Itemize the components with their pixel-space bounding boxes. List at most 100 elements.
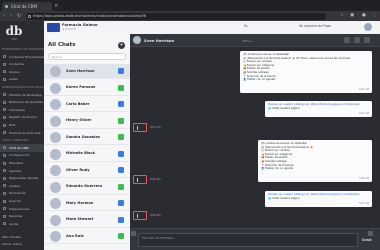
sidebar-item-label: Historial de bots web [9, 130, 41, 135]
close-tab-icon[interactable]: × [54, 2, 58, 11]
avatar [50, 198, 61, 209]
menu-item-icon [3, 100, 6, 104]
new-chat-button[interactable]: + [118, 42, 125, 49]
channel-badge-icon [118, 68, 124, 74]
menu-item-icon [3, 207, 6, 211]
chat-search-input[interactable]: Buscar [48, 53, 126, 60]
avatar [50, 214, 61, 226]
chat-contact-name: Henry Oliver [66, 118, 92, 122]
sidebar-item-label: Contactos [9, 62, 25, 67]
message-time: 8:06 AM [150, 178, 161, 181]
incoming-message[interactable]: 8:06 AM [133, 175, 161, 184]
chat-list-item[interactable]: Oliver Rudy [44, 163, 130, 178]
channel-badge-icon [118, 134, 124, 140]
avatar [50, 82, 61, 94]
star-icon[interactable]: ☆ [340, 11, 344, 21]
contact-status: Offline [242, 38, 252, 43]
avatar [50, 115, 61, 127]
more-icon[interactable] [364, 37, 370, 43]
chat-contact-name: Mary Harmon [66, 200, 94, 205]
extensions-icon[interactable]: ▣ [350, 11, 354, 21]
sidebar-item-label: Biblioteca de plantillas [9, 100, 44, 105]
sidebar-item-label: Configuración [9, 153, 30, 158]
channel-badge-icon [118, 183, 124, 190]
language-selector[interactable]: Es [244, 24, 248, 28]
logout-link[interactable]: Cerrar sesión [2, 242, 22, 246]
message-cursor [137, 126, 138, 130]
user-avatar[interactable] [364, 23, 372, 31]
chat-list-item[interactable]: Carla Baker [44, 97, 130, 112]
sidebar-item-label: Plantilla de WhatsApp [9, 92, 42, 97]
message-line: 👤 Hablar con un agente [261, 167, 294, 171]
brand-rating: ★★★★★ [62, 27, 77, 31]
reload-icon[interactable]: ↻ [17, 11, 21, 21]
chat-list-item[interactable]: Eduardo Guerrero [44, 180, 130, 195]
sidebar-item-label: Bots [9, 123, 16, 127]
chat-list-item[interactable]: Mary Harmon [44, 196, 130, 211]
avatar [50, 99, 61, 110]
sidebar-item-label: Soporte [9, 199, 21, 203]
sidebar-item-label: Reportes [9, 214, 23, 219]
browser-tab[interactable]: Chat de CRM [2, 2, 52, 11]
menu-item-icon [3, 123, 6, 127]
channel-badge-icon [118, 101, 124, 107]
chat-contact-name: Michelle Black [66, 151, 96, 155]
message-input[interactable]: Escribe un mensaje... [138, 233, 358, 247]
chat-contact-name: Eduardo Guerrero [66, 184, 103, 188]
profile-icon[interactable]: ● [362, 11, 366, 21]
chat-list-item[interactable]: Karen Parsons [44, 81, 130, 96]
sidebar-item-label: Contactos Empresariales [9, 54, 44, 59]
logo[interactable]: db CRM [4, 24, 24, 41]
contact-avatar[interactable] [133, 36, 141, 44]
menu-item-icon [3, 131, 6, 135]
menu-item-icon [3, 191, 6, 195]
menu-item-icon [3, 55, 6, 59]
chat-list-item[interactable]: Sandra Gonzalez [44, 130, 130, 145]
chat-list-item[interactable]: Henry Oliver [44, 114, 130, 129]
chat-contact-name: Oliver Rudy [66, 167, 90, 172]
url-field[interactable]: https://app.pleasuredb.tech/admin/chat/c… [26, 12, 326, 20]
info-icon[interactable] [354, 37, 360, 43]
channel-badge-icon [118, 84, 124, 91]
sidebar-item-label: Ajustes [9, 183, 20, 188]
plan-label: Plan: Prueba [2, 235, 21, 239]
app-header: Farmacia Galeno ★★★★★ Es Se requiere de … [44, 21, 380, 34]
chat-list-item[interactable]: Ana Ruiz [44, 229, 130, 244]
sidebar-item-label: Chat de CRM [9, 145, 29, 150]
sidebar-item-label: CHATS Y MENSAJES [2, 138, 29, 143]
emoji-icon[interactable] [368, 231, 373, 236]
menu-item-icon [3, 146, 6, 150]
message-cursor [137, 178, 138, 182]
outgoing-message[interactable]: Puedes ver nuestro catálogo en: https://… [265, 191, 372, 207]
channel-badge-icon [118, 150, 124, 157]
send-button[interactable]: Send [362, 238, 372, 242]
incoming-message[interactable]: 8:08 AM [133, 211, 161, 220]
sidebar-item-label: Registro de Envíos [9, 115, 37, 120]
payment-notice[interactable]: Se requiere de Pago [299, 24, 331, 28]
forward-icon[interactable]: › [10, 11, 12, 21]
menu-icon[interactable]: ⋮ [372, 11, 377, 21]
menu-item-icon [3, 222, 6, 226]
avatar [50, 148, 61, 160]
incoming-message[interactable]: 8:03 AM [133, 123, 161, 132]
chat-list-item[interactable]: Michelle Black [44, 147, 130, 162]
chat-list-item[interactable]: Mark Stewart [44, 213, 130, 228]
message-cursor [137, 214, 138, 218]
chat-list-item[interactable]: Sven Harrison [44, 64, 130, 79]
chat-contact-name: Karen Parsons [66, 85, 96, 89]
outgoing-message[interactable]: ¡Tu nombre es Lorena, tu asistente! 🎉 ¡Bi… [240, 51, 372, 93]
channel-badge-icon [118, 200, 124, 206]
outgoing-message[interactable]: Puedes ver nuestro catálogo en: https://… [265, 101, 372, 117]
menu-item-icon [3, 161, 6, 165]
tag-icon[interactable] [344, 37, 350, 43]
attach-icon[interactable] [131, 231, 136, 236]
sidebar-item-label: Agentes [9, 168, 22, 173]
sidebar-item[interactable]: Ayuda [0, 220, 44, 228]
menu-item-icon [3, 176, 6, 180]
sidebar-item-label: HERRAMIENTAS DE ADMINISTRACIÓN [2, 47, 44, 51]
menu-item-icon [3, 169, 6, 173]
outgoing-message[interactable]: ¡Tu nombre es Lorena, tu asistente! 🎉 ¡Bi… [258, 140, 372, 182]
compose-bar: Escribe un mensaje... Send [130, 228, 380, 250]
contact-name: Sven Harrison [144, 37, 175, 43]
back-icon[interactable]: ‹ [3, 11, 5, 21]
